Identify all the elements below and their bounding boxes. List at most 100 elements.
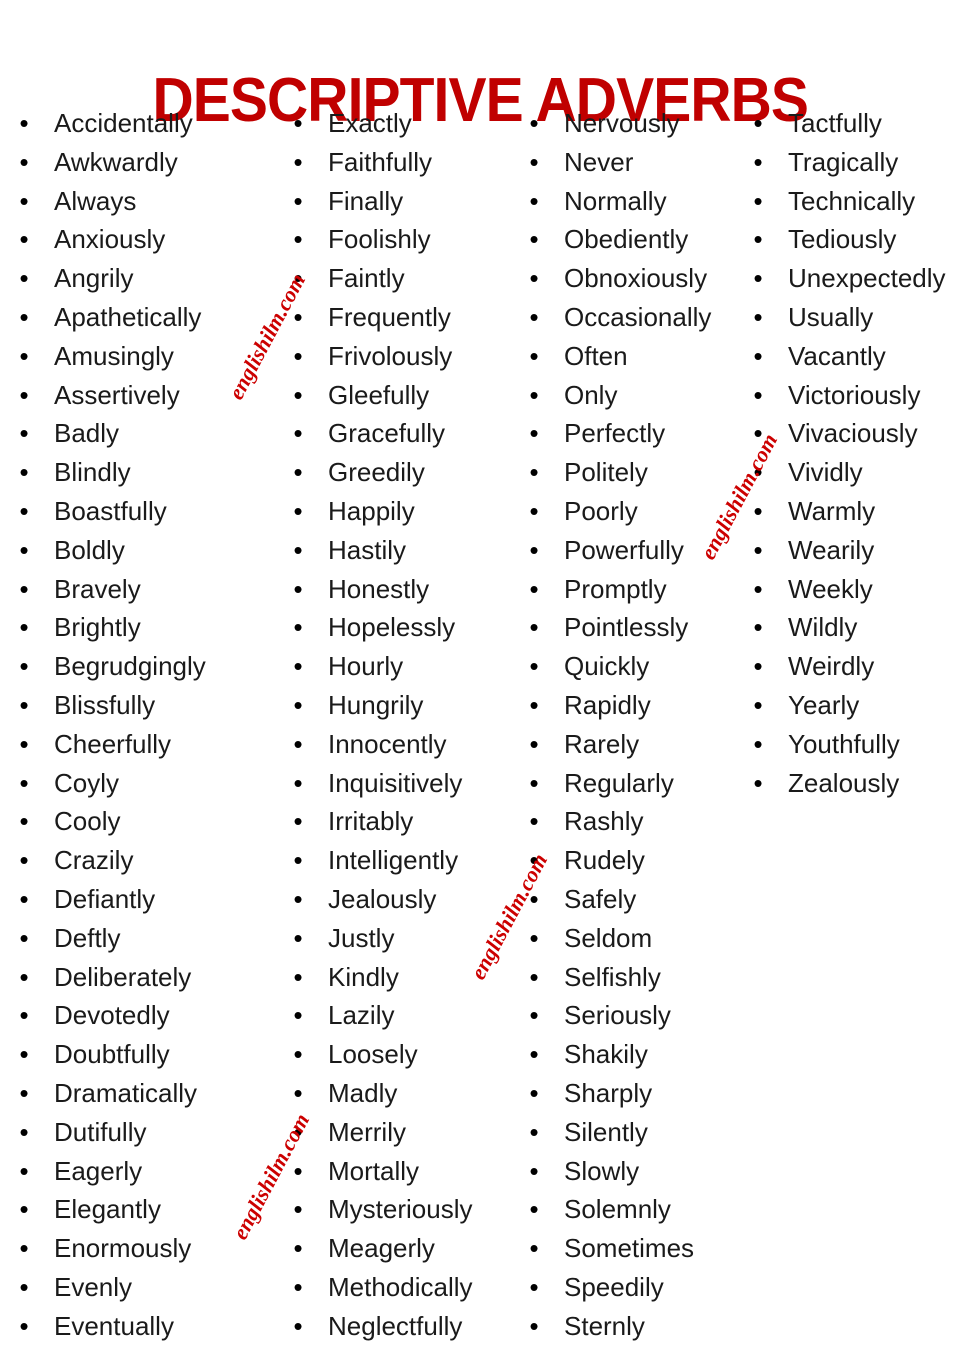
bullet-icon: • [529, 495, 539, 526]
adverb-label: Vacantly [788, 340, 886, 371]
adverb-label: Happily [328, 495, 415, 526]
list-item: • Only [524, 376, 746, 415]
list-item: • Obediently [524, 220, 746, 259]
list-item: • Sometimes [524, 1229, 746, 1268]
adverb-label: Normally [564, 185, 667, 216]
adverb-label: Sometimes [564, 1233, 695, 1264]
adverb-label: Selfishly [564, 961, 661, 992]
adverb-label: Solemnly [564, 1194, 671, 1225]
adverb-label: Blindly [54, 457, 131, 488]
adverb-label: Seriously [564, 1000, 671, 1031]
bullet-icon: • [19, 1310, 29, 1341]
adverb-label: Hungrily [328, 689, 424, 720]
bullet-icon: • [19, 806, 29, 837]
adverb-label: Vivaciously [788, 418, 918, 449]
list-item: • Wildly [748, 608, 960, 647]
adverb-label: Neglectfully [328, 1310, 463, 1341]
list-item: • Neglectfully [288, 1307, 518, 1346]
list-item: • Boastfully [14, 492, 260, 531]
adverb-label: Sternly [564, 1310, 645, 1341]
adverb-label: Obediently [564, 224, 689, 255]
list-item: • Hourly [288, 647, 518, 686]
adverb-label: Inquisitively [328, 767, 463, 798]
list-item: • Doubtfully [14, 1035, 260, 1074]
list-item: • Innocently [288, 725, 518, 764]
bullet-icon: • [753, 573, 763, 604]
adverb-label: Gleefully [328, 379, 430, 410]
adverb-label: Always [54, 185, 137, 216]
adverb-label: Madly [328, 1077, 398, 1108]
list-item: • Promptly [524, 570, 746, 609]
bullet-icon: • [19, 1077, 29, 1108]
bullet-icon: • [293, 922, 303, 953]
list-item: • Loosely [288, 1035, 518, 1074]
adverb-label: Hourly [328, 651, 404, 682]
adverb-label: Awkwardly [54, 146, 178, 177]
list-item: • Wearily [748, 531, 960, 570]
bullet-icon: • [753, 651, 763, 682]
bullet-icon: • [19, 883, 29, 914]
list-item: • Regularly [524, 764, 746, 803]
bullet-icon: • [19, 1271, 29, 1302]
list-item: • Occasionally [524, 298, 746, 337]
list-item: • Victoriously [748, 376, 960, 415]
list-item: • Faithfully [288, 143, 518, 182]
list-item: • Angrily [14, 259, 260, 298]
adverb-label: Pointlessly [564, 612, 689, 643]
adverb-label: Intelligently [328, 845, 459, 876]
adverb-label: Exactly [328, 108, 412, 138]
list-item: • Vacantly [748, 337, 960, 376]
adverb-label: Wildly [788, 612, 858, 643]
list-item: • Assertively [14, 376, 260, 415]
list-item: • Usually [748, 298, 960, 337]
bullet-icon: • [529, 1310, 539, 1341]
adverb-label: Accidentally [54, 108, 193, 138]
adverb-label: Occasionally [564, 301, 712, 332]
bullet-icon: • [293, 612, 303, 643]
adverb-label: Seldom [564, 922, 653, 953]
adverb-label: Mysteriously [328, 1194, 473, 1225]
bullet-icon: • [753, 457, 763, 488]
list-item: • Tragically [748, 143, 960, 182]
bullet-icon: • [293, 1233, 303, 1264]
word-column-3: • Nervously • Never • Normally • Obediently • Obn… [524, 104, 746, 1346]
bullet-icon: • [753, 340, 763, 371]
adverb-label: Often [564, 340, 628, 371]
bullet-icon: • [293, 224, 303, 255]
adverb-label: Amusingly [54, 340, 174, 371]
adverb-label: Faithfully [328, 146, 433, 177]
bullet-icon: • [529, 1271, 539, 1302]
list-item: • Vividly [748, 453, 960, 492]
list-item: • Evenly [14, 1268, 260, 1307]
adverb-label: Greedily [328, 457, 425, 488]
list-item: • Tactfully [748, 104, 960, 143]
bullet-icon: • [529, 689, 539, 720]
bullet-icon: • [753, 495, 763, 526]
bullet-icon: • [529, 922, 539, 953]
adverb-label: Anxiously [54, 224, 166, 255]
bullet-icon: • [19, 1039, 29, 1070]
list-item: • Shakily [524, 1035, 746, 1074]
list-item: • Safely [524, 880, 746, 919]
adverb-label: Angrily [54, 263, 134, 294]
bullet-icon: • [529, 806, 539, 837]
list-item: • Happily [288, 492, 518, 531]
adverb-label: Rarely [564, 728, 640, 759]
adverb-label: Vividly [788, 457, 863, 488]
list-item: • Kindly [288, 958, 518, 997]
adverb-label: Crazily [54, 845, 134, 876]
adverb-label: Obnoxiously [564, 263, 708, 294]
bullet-icon: • [293, 108, 303, 138]
bullet-icon: • [19, 728, 29, 759]
bullet-icon: • [19, 340, 29, 371]
list-item: • Cheerfully [14, 725, 260, 764]
adverb-label: Gracefully [328, 418, 446, 449]
list-item: • Cooly [14, 802, 260, 841]
list-item: • Seriously [524, 996, 746, 1035]
adverb-label: Boastfully [54, 495, 167, 526]
list-item: • Nervously [524, 104, 746, 143]
bullet-icon: • [293, 1310, 303, 1341]
list-item: • Rudely [524, 841, 746, 880]
adverb-label: Silently [564, 1116, 648, 1147]
adverb-label: Tediously [788, 224, 897, 255]
